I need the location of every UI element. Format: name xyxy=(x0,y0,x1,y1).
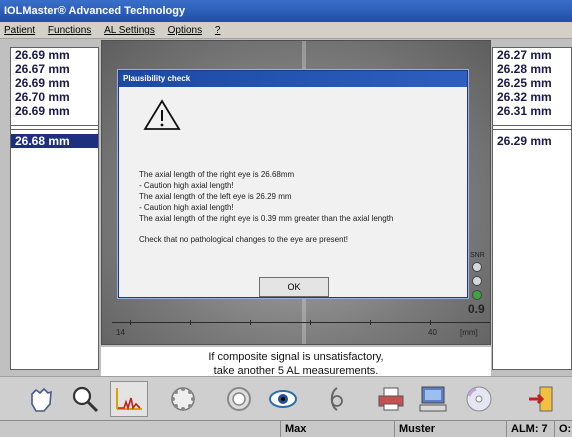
eye-icon[interactable] xyxy=(264,381,302,417)
axis-max-label: 40 xyxy=(428,328,437,337)
axis-tick xyxy=(370,320,371,325)
measurement-row[interactable]: 26.25 mm xyxy=(493,76,571,90)
left-eye-measurements: 26.27 mm 26.28 mm 26.25 mm 26.32 mm 26.3… xyxy=(492,47,572,370)
signal-graph-icon[interactable] xyxy=(110,381,148,417)
message-line: The axial length of the right eye is 0.3… xyxy=(139,214,394,223)
menu-help[interactable]: ? xyxy=(215,25,221,36)
axis-tick xyxy=(250,320,251,325)
average-measurement: 26.29 mm xyxy=(497,134,552,148)
menu-al-settings[interactable]: AL Settings xyxy=(104,25,155,36)
window-title: IOLMaster® Advanced Technology xyxy=(0,0,572,22)
status-patient-first-name: Max xyxy=(280,421,394,437)
right-eye-measurements: 26.69 mm 26.67 mm 26.69 mm 26.70 mm 26.6… xyxy=(10,47,99,370)
dialog-message: The axial length of the right eye is 26.… xyxy=(139,169,459,245)
axis-unit-label: [mm] xyxy=(460,328,478,337)
axis-tick xyxy=(310,320,311,325)
status-trailing: O: xyxy=(554,421,572,437)
menu-functions[interactable]: Functions xyxy=(48,25,91,36)
snr-indicator xyxy=(472,276,482,286)
main-toolbar xyxy=(0,376,572,420)
computer-icon[interactable] xyxy=(414,381,452,417)
message-line: - Caution high axial length! xyxy=(139,203,234,212)
measurement-row[interactable]: 26.69 mm xyxy=(11,48,98,62)
x-axis xyxy=(112,322,490,323)
message-line: - Caution high axial length! xyxy=(139,181,234,190)
message-line: The axial length of the right eye is 26.… xyxy=(139,170,295,179)
status-bar: Max Muster ALM: 7 O: xyxy=(0,420,572,437)
menu-bar: Patient Functions AL Settings Options ? xyxy=(0,22,572,39)
measurement-row[interactable]: 26.70 mm xyxy=(11,90,98,104)
hint-line: If composite signal is unsatisfactory, xyxy=(208,351,384,363)
axis-min-label: 14 xyxy=(116,328,125,337)
keratometry-icon[interactable] xyxy=(164,381,202,417)
measurement-row[interactable]: 26.28 mm xyxy=(493,62,571,76)
lens-icon[interactable] xyxy=(318,381,356,417)
snr-label: SNR xyxy=(470,252,485,259)
divider xyxy=(11,129,98,130)
divider xyxy=(493,129,571,130)
snr-indicator xyxy=(472,262,482,272)
average-measurement: 26.68 mm xyxy=(11,134,98,148)
measurement-row[interactable]: 26.27 mm xyxy=(493,48,571,62)
menu-patient[interactable]: Patient xyxy=(4,25,35,36)
axis-tick xyxy=(430,320,431,325)
exit-door-icon[interactable] xyxy=(522,381,560,417)
divider xyxy=(11,125,98,126)
menu-options[interactable]: Options xyxy=(168,25,202,36)
message-line: The axial length of the left eye is 26.2… xyxy=(139,192,292,201)
plausibility-dialog: Plausibility check The axial length of t… xyxy=(118,70,468,298)
axis-tick xyxy=(130,320,131,325)
measurement-row[interactable]: 26.69 mm xyxy=(11,104,98,118)
dialog-title: Plausibility check xyxy=(119,71,467,87)
measurement-row[interactable]: 26.31 mm xyxy=(493,104,571,118)
disc-icon[interactable] xyxy=(460,381,498,417)
status-patient-last-name: Muster xyxy=(394,421,506,437)
measurement-row[interactable]: 26.32 mm xyxy=(493,90,571,104)
snr-indicator xyxy=(472,290,482,300)
hand-icon[interactable] xyxy=(22,381,60,417)
printer-icon[interactable] xyxy=(372,381,410,417)
status-alm-count: ALM: 7 xyxy=(506,421,554,437)
magnifier-icon[interactable] xyxy=(66,381,104,417)
measurement-row[interactable]: 26.67 mm xyxy=(11,62,98,76)
divider xyxy=(493,125,571,126)
ok-button[interactable]: OK xyxy=(259,277,329,297)
message-check: Check that no pathological changes to th… xyxy=(139,235,349,244)
measurement-row[interactable]: 26.69 mm xyxy=(11,76,98,90)
ring-icon[interactable] xyxy=(220,381,258,417)
graph-zoom-value: 0.9 xyxy=(468,302,485,316)
warning-icon xyxy=(143,99,181,130)
axis-tick xyxy=(190,320,191,325)
